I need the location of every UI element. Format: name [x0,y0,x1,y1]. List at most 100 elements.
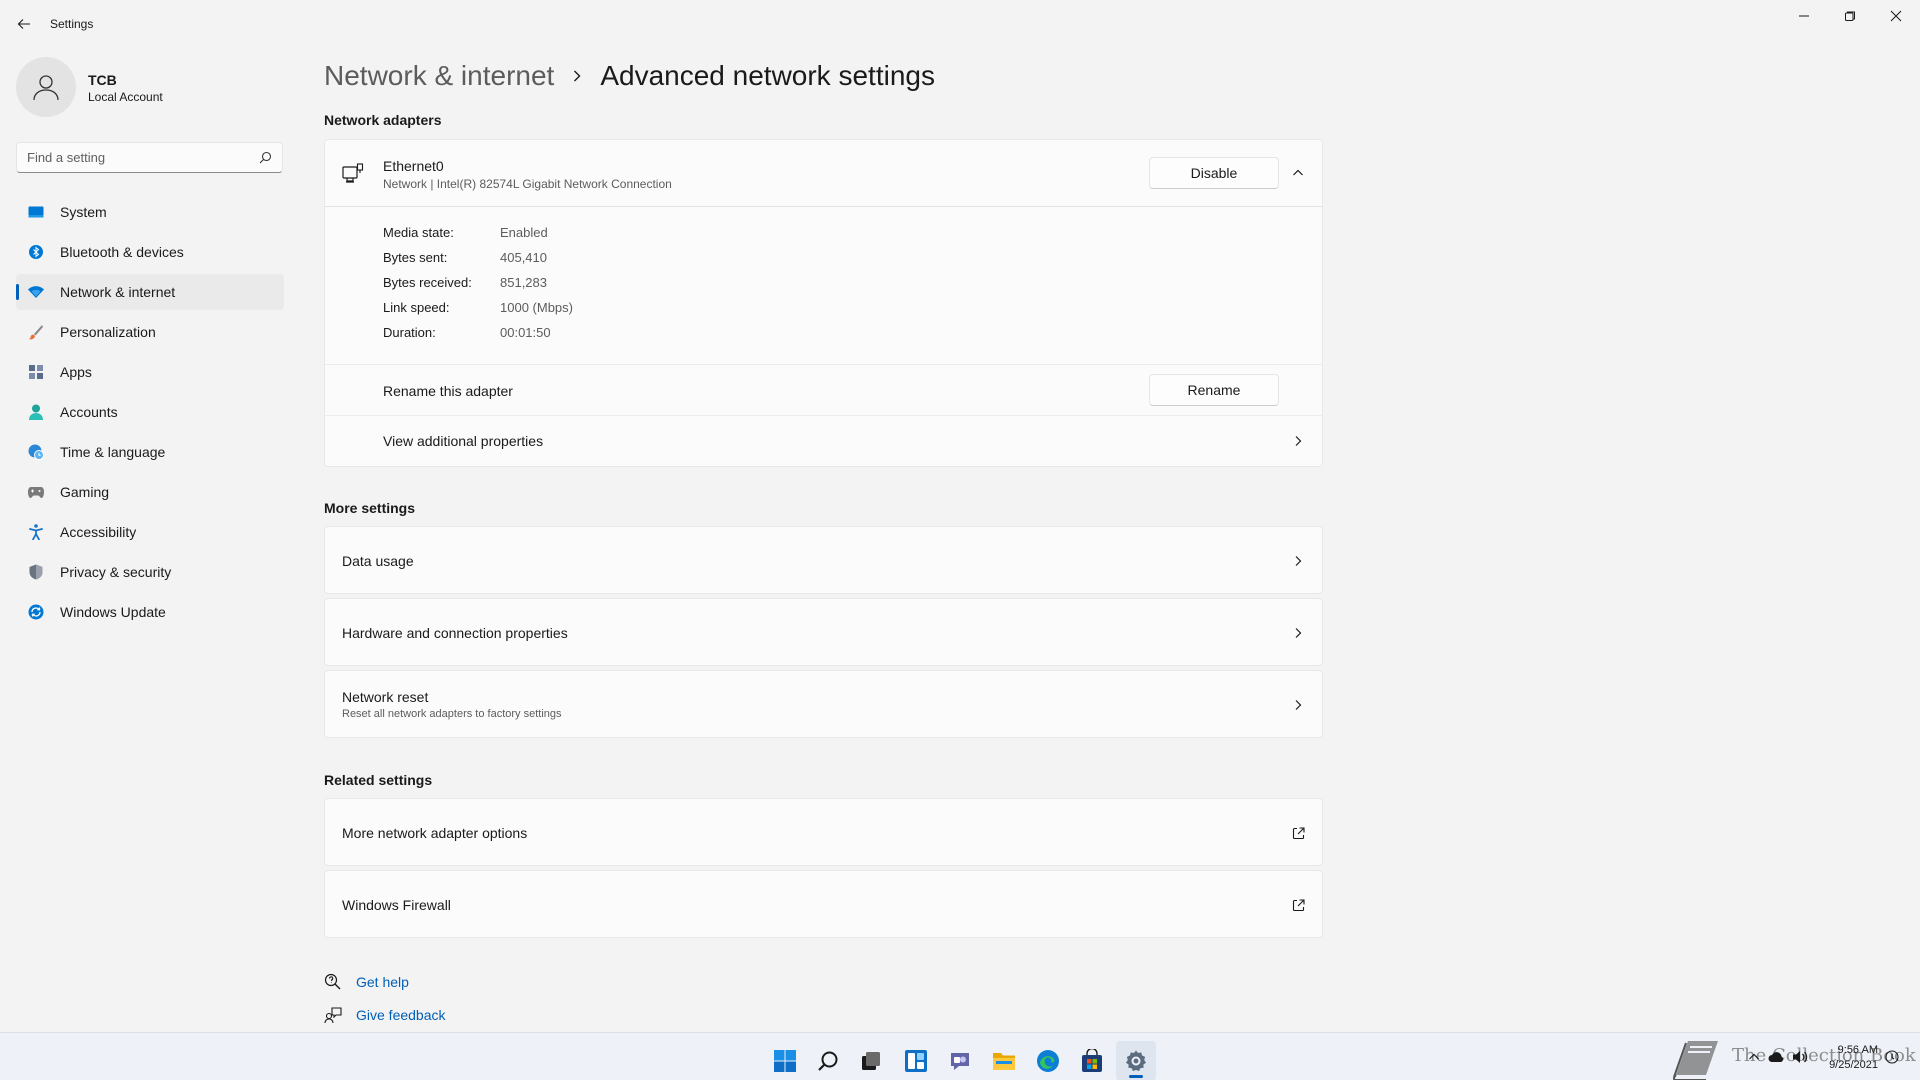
sidebar-item-windows-update[interactable]: Windows Update [16,594,284,630]
widgets-icon[interactable] [896,1041,936,1080]
minimize-icon[interactable] [1781,4,1827,28]
prop-label-bytes-received: Bytes received: [383,275,472,290]
prop-label-media-state: Media state: [383,225,454,240]
get-help-link[interactable]: Get help [324,971,409,993]
controller-icon [28,484,44,500]
tray-clock[interactable]: 9:56 AM 9/25/2021 [1829,1043,1878,1073]
rename-button[interactable]: Rename [1149,374,1279,406]
profile-name: TCB [88,72,117,88]
divider [325,206,1322,207]
avatar [16,57,76,117]
person-icon [33,75,59,101]
chat-icon[interactable] [940,1041,980,1080]
prop-label-link-speed: Link speed: [383,300,450,315]
view-additional-properties-row[interactable]: View additional properties [325,416,1322,466]
sidebar-item-label: Accessibility [60,524,137,540]
chevron-right-icon [1290,433,1306,449]
shield-icon [28,564,44,580]
chevron-up-icon[interactable] [1746,1049,1762,1065]
section-title-network-adapters: Network adapters [324,112,442,128]
adapter-description: Network | Intel(R) 82574L Gigabit Networ… [383,177,672,191]
tray-date: 9/25/2021 [1829,1059,1878,1071]
more-adapter-options-row[interactable]: More network adapter options [324,798,1323,866]
restore-icon[interactable] [1827,4,1873,28]
sidebar-nav: System Bluetooth & devices Network & int… [16,194,284,634]
close-icon[interactable] [1873,4,1919,28]
tray-time: 9:56 AM [1837,1044,1878,1056]
bluetooth-icon [28,244,44,260]
give-feedback-link[interactable]: Give feedback [324,1004,446,1026]
accessibility-icon [28,524,44,540]
adapter-name: Ethernet0 [383,158,444,174]
external-link-icon [1290,897,1306,913]
search-input[interactable]: Find a setting [16,142,283,173]
give-feedback-label[interactable]: Give feedback [356,1007,446,1023]
network-reset-label: Network reset [342,689,429,705]
chevron-right-icon [1290,697,1306,713]
disable-button[interactable]: Disable [1149,157,1279,189]
monitor-icon [28,204,44,220]
profile-account-type: Local Account [88,90,163,104]
more-adapter-options-label: More network adapter options [342,825,528,841]
adapter-card: Ethernet0 Network | Intel(R) 82574L Giga… [324,139,1323,467]
sidebar-item-time-language[interactable]: Time & language [16,434,284,470]
data-usage-label: Data usage [342,553,414,569]
sidebar-item-gaming[interactable]: Gaming [16,474,284,510]
user-profile[interactable]: TCB Local Account [16,57,286,117]
sidebar-item-personalization[interactable]: Personalization [16,314,284,350]
back-arrow-icon[interactable] [12,12,36,36]
breadcrumb: Network & internet Advanced network sett… [324,56,935,96]
volume-icon[interactable] [1792,1049,1808,1065]
feedback-icon [324,1006,342,1024]
sidebar-item-bluetooth[interactable]: Bluetooth & devices [16,234,284,270]
network-reset-row[interactable]: Network reset Reset all network adapters… [324,670,1323,738]
edge-icon[interactable] [1028,1041,1068,1080]
adapter-header[interactable]: Ethernet0 Network | Intel(R) 82574L Giga… [325,140,1322,206]
chevron-right-icon [572,69,582,83]
sidebar-item-accounts[interactable]: Accounts [16,394,284,430]
search-icon[interactable] [259,151,272,169]
prop-label-duration: Duration: [383,325,436,340]
sidebar-item-apps[interactable]: Apps [16,354,284,390]
brush-icon [28,324,44,340]
sidebar-item-label: Apps [60,364,92,380]
section-title-more-settings: More settings [324,500,416,516]
book-watermark-icon [1668,1035,1722,1080]
get-help-label[interactable]: Get help [356,974,409,990]
globe-clock-icon [28,444,44,460]
start-icon[interactable] [765,1041,805,1080]
view-additional-properties-label: View additional properties [383,433,544,449]
sidebar-item-system[interactable]: System [16,194,284,230]
sidebar-item-label: Privacy & security [60,564,172,580]
file-explorer-icon[interactable] [984,1041,1024,1080]
windows-firewall-row[interactable]: Windows Firewall [324,870,1323,938]
search-placeholder: Find a setting [27,150,106,165]
cloud-icon[interactable] [1768,1049,1784,1065]
search-icon[interactable] [808,1041,848,1080]
sidebar-item-accessibility[interactable]: Accessibility [16,514,284,550]
store-icon[interactable] [1072,1041,1112,1080]
sidebar-item-label: Gaming [60,484,110,500]
app-title: Settings [50,17,94,31]
sidebar-item-label: Network & internet [60,284,176,300]
prop-value-media-state: Enabled [500,225,548,240]
data-usage-row[interactable]: Data usage [324,526,1323,594]
hardware-properties-row[interactable]: Hardware and connection properties [324,598,1323,666]
prop-value-link-speed: 1000 (Mbps) [500,300,573,315]
help-search-icon [324,973,342,991]
external-link-icon [1290,825,1306,841]
sidebar-item-label: Time & language [60,444,166,460]
update-icon [28,604,44,620]
network-reset-description: Reset all network adapters to factory se… [342,708,562,720]
chevron-right-icon [1290,553,1306,569]
notification-icon[interactable] [1884,1049,1900,1065]
sidebar-item-privacy[interactable]: Privacy & security [16,554,284,590]
prop-label-bytes-sent: Bytes sent: [383,250,448,265]
apps-icon [28,364,44,380]
title-bar: Settings [0,0,1920,48]
sidebar-item-network[interactable]: Network & internet [16,274,284,310]
breadcrumb-parent[interactable]: Network & internet [324,60,554,92]
task-view-icon[interactable] [851,1041,891,1080]
taskbar: The Collection Book 9:56 AM 9/25/2021 [0,1032,1920,1080]
chevron-up-icon[interactable] [1290,165,1306,181]
